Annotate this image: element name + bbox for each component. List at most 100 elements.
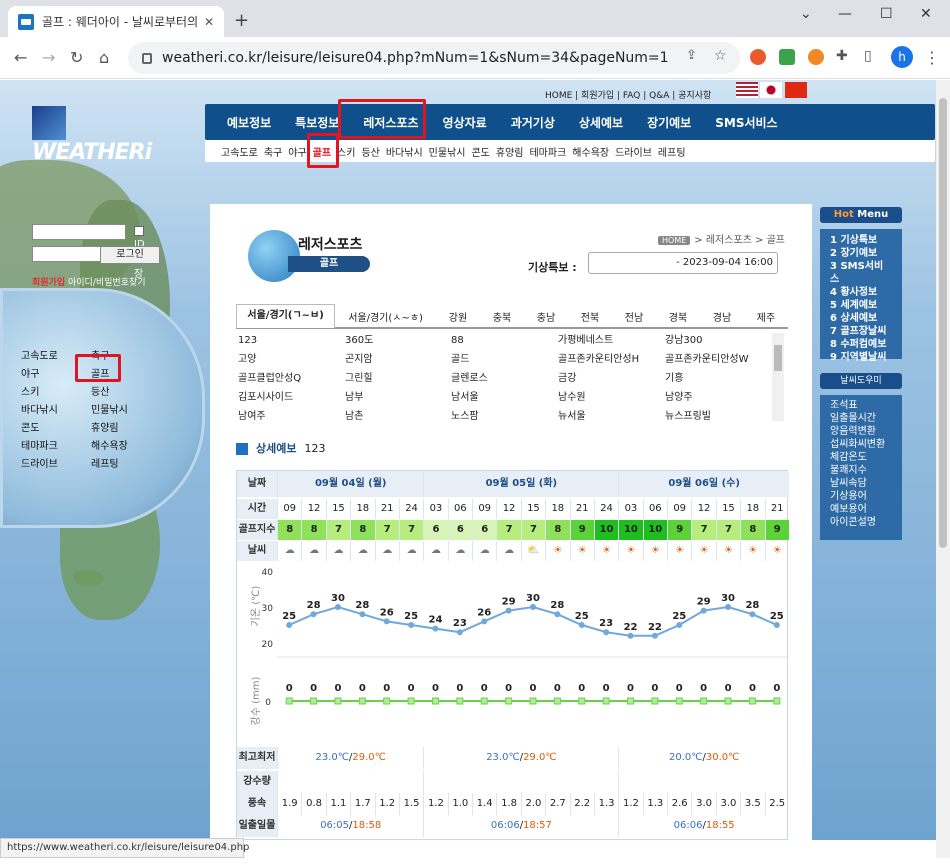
submenu-item[interactable]: 등산 xyxy=(361,144,379,159)
join-link[interactable]: 회원가입 xyxy=(32,278,65,288)
course-link[interactable]: 123 xyxy=(238,331,257,350)
region-tab[interactable]: 전남 xyxy=(612,309,656,324)
submenu-item[interactable]: 축구 xyxy=(264,144,282,159)
flag-china-icon[interactable] xyxy=(785,82,807,98)
weather-tool-item[interactable]: 예보용어 xyxy=(830,503,892,516)
side-menu-item[interactable]: 야구 xyxy=(21,365,39,380)
weather-tool-item[interactable]: 기상용어 xyxy=(830,490,892,503)
course-link[interactable]: 남수원 xyxy=(558,388,586,407)
close-window-icon[interactable]: ✕ xyxy=(920,6,932,22)
submenu-item[interactable]: 레프팅 xyxy=(658,144,686,159)
menu-item[interactable]: 예보정보 xyxy=(227,114,271,131)
hot-menu-item[interactable]: 6 상세예보 xyxy=(830,312,892,325)
course-link[interactable]: 남서울 xyxy=(451,388,479,407)
submenu-item[interactable]: 콘도 xyxy=(471,144,489,159)
course-link[interactable]: 고양 xyxy=(238,350,256,369)
weather-tool-item[interactable]: 섭씨화씨변환 xyxy=(830,438,892,451)
course-link[interactable]: 남양주 xyxy=(665,388,693,407)
address-bar[interactable]: weatheri.co.kr/leisure/leisure04.php?mNu… xyxy=(128,42,740,74)
weather-tool-item[interactable]: 아이콘설명 xyxy=(830,516,892,529)
metamask-icon[interactable] xyxy=(808,49,824,65)
extensions-puzzle-icon[interactable]: ✚ xyxy=(836,48,848,64)
extension-chrome-icon[interactable] xyxy=(750,49,766,65)
extension-screen-icon[interactable] xyxy=(779,49,795,65)
site-logo[interactable]: WEATHERi xyxy=(32,106,174,165)
side-menu-item[interactable]: 콘도 xyxy=(21,419,39,434)
flag-us-icon[interactable] xyxy=(736,82,758,98)
browser-menu-icon[interactable]: ⋮ xyxy=(924,48,940,67)
region-tab-active[interactable]: 서울/경기(ㄱ~ㅂ) xyxy=(236,304,336,328)
course-link[interactable]: 노스팜 xyxy=(451,407,479,426)
login-button[interactable]: 로그인 xyxy=(100,246,160,264)
submenu-item[interactable]: 고속도로 xyxy=(221,144,258,159)
profile-avatar[interactable]: h xyxy=(891,46,913,68)
weather-tool-item[interactable]: 체감온도 xyxy=(830,451,892,464)
region-tab[interactable]: 강원 xyxy=(436,309,480,324)
course-link[interactable]: 남여주 xyxy=(238,407,266,426)
region-tab[interactable]: 제주 xyxy=(744,309,788,324)
course-link[interactable]: 가평베네스트 xyxy=(558,331,613,350)
side-menu-item[interactable]: 레프팅 xyxy=(91,455,119,470)
region-tab[interactable]: 경북 xyxy=(656,309,700,324)
weather-tool-item[interactable]: 앙음력변환 xyxy=(830,425,892,438)
region-tab[interactable]: 전북 xyxy=(568,309,612,324)
home-icon[interactable]: ⌂ xyxy=(99,48,109,67)
course-link[interactable]: 뉴스프링빌 xyxy=(665,407,711,426)
new-tab-icon[interactable]: + xyxy=(234,10,249,31)
submenu-item[interactable]: 바다낚시 xyxy=(386,144,423,159)
course-link[interactable]: 골프존카운티안성W xyxy=(665,350,749,369)
reload-icon[interactable]: ↻ xyxy=(70,48,83,67)
id-input[interactable] xyxy=(32,224,126,240)
close-tab-icon[interactable]: ✕ xyxy=(204,15,214,29)
region-tab[interactable]: 서울/경기(ㅅ~ㅎ) xyxy=(335,309,436,324)
course-link[interactable]: 골프존카운티안성H xyxy=(558,350,639,369)
course-link[interactable]: 골프클럽안성Q xyxy=(238,369,301,388)
forward-icon[interactable]: → xyxy=(42,48,55,67)
course-link[interactable]: 골드 xyxy=(451,350,469,369)
menu-item[interactable]: 상세예보 xyxy=(579,114,623,131)
side-menu-item[interactable]: 해수욕장 xyxy=(91,437,128,452)
course-link[interactable]: 글렌로스 xyxy=(451,369,488,388)
region-tab[interactable]: 경남 xyxy=(700,309,744,324)
submenu-item[interactable]: 민물낚시 xyxy=(429,144,466,159)
course-link[interactable]: 360도 xyxy=(345,331,373,350)
hot-menu-item[interactable]: 1 기상특보 xyxy=(830,234,892,247)
hot-menu-item[interactable]: 2 장기예보 xyxy=(830,247,892,260)
side-menu-item[interactable]: 휴양림 xyxy=(91,419,119,434)
flag-japan-icon[interactable] xyxy=(760,82,782,98)
region-tab[interactable]: 충남 xyxy=(524,309,568,324)
submenu-item[interactable]: 테마파크 xyxy=(529,144,566,159)
share-icon[interactable]: ⇪ xyxy=(686,48,697,63)
course-link[interactable]: 강남300 xyxy=(665,331,703,350)
course-link[interactable]: 88 xyxy=(451,331,464,350)
menu-item[interactable]: 장기예보 xyxy=(647,114,691,131)
hot-menu-item[interactable]: 7 골프장날씨 xyxy=(830,325,892,338)
course-link[interactable]: 남촌 xyxy=(345,407,363,426)
course-link[interactable]: 김포시사이드 xyxy=(238,388,293,407)
weather-tool-item[interactable]: 불쾌지수 xyxy=(830,464,892,477)
course-link[interactable]: 기흥 xyxy=(665,369,683,388)
side-panel-icon[interactable]: ▯ xyxy=(864,48,872,64)
page-scrollbar[interactable] xyxy=(936,80,950,858)
hot-menu-item[interactable]: 5 세계예보 xyxy=(830,299,892,312)
weather-tool-item[interactable]: 일출몰시간 xyxy=(830,412,892,425)
bookmark-star-icon[interactable]: ☆ xyxy=(714,48,727,64)
side-menu-item[interactable]: 민물낚시 xyxy=(91,401,128,416)
find-account-link[interactable]: 아이디/비밀번호찾기 xyxy=(68,278,146,288)
course-link[interactable]: 곤지암 xyxy=(345,350,373,369)
submenu-item[interactable]: 해수욕장 xyxy=(572,144,609,159)
hot-menu-item[interactable]: 8 수퍼컴예보 xyxy=(830,338,892,351)
breadcrumb-home[interactable]: HOME xyxy=(658,236,691,245)
region-tab[interactable]: 충북 xyxy=(480,309,524,324)
submenu-item[interactable]: 휴양림 xyxy=(496,144,524,159)
course-link[interactable]: 금강 xyxy=(558,369,576,388)
side-menu-item[interactable]: 고속도로 xyxy=(21,347,58,362)
side-menu-item[interactable]: 등산 xyxy=(91,383,109,398)
chevron-down-icon[interactable]: ⌄ xyxy=(800,6,812,22)
course-list-scrollbar[interactable] xyxy=(772,333,784,421)
side-menu-item[interactable]: 바다낚시 xyxy=(21,401,58,416)
course-link[interactable]: 그린힐 xyxy=(345,369,373,388)
weather-tool-item[interactable]: 날씨속담 xyxy=(830,477,892,490)
menu-item[interactable]: 특보정보 xyxy=(295,114,339,131)
hot-menu-item[interactable]: 3 SMS서비스 xyxy=(830,260,892,286)
